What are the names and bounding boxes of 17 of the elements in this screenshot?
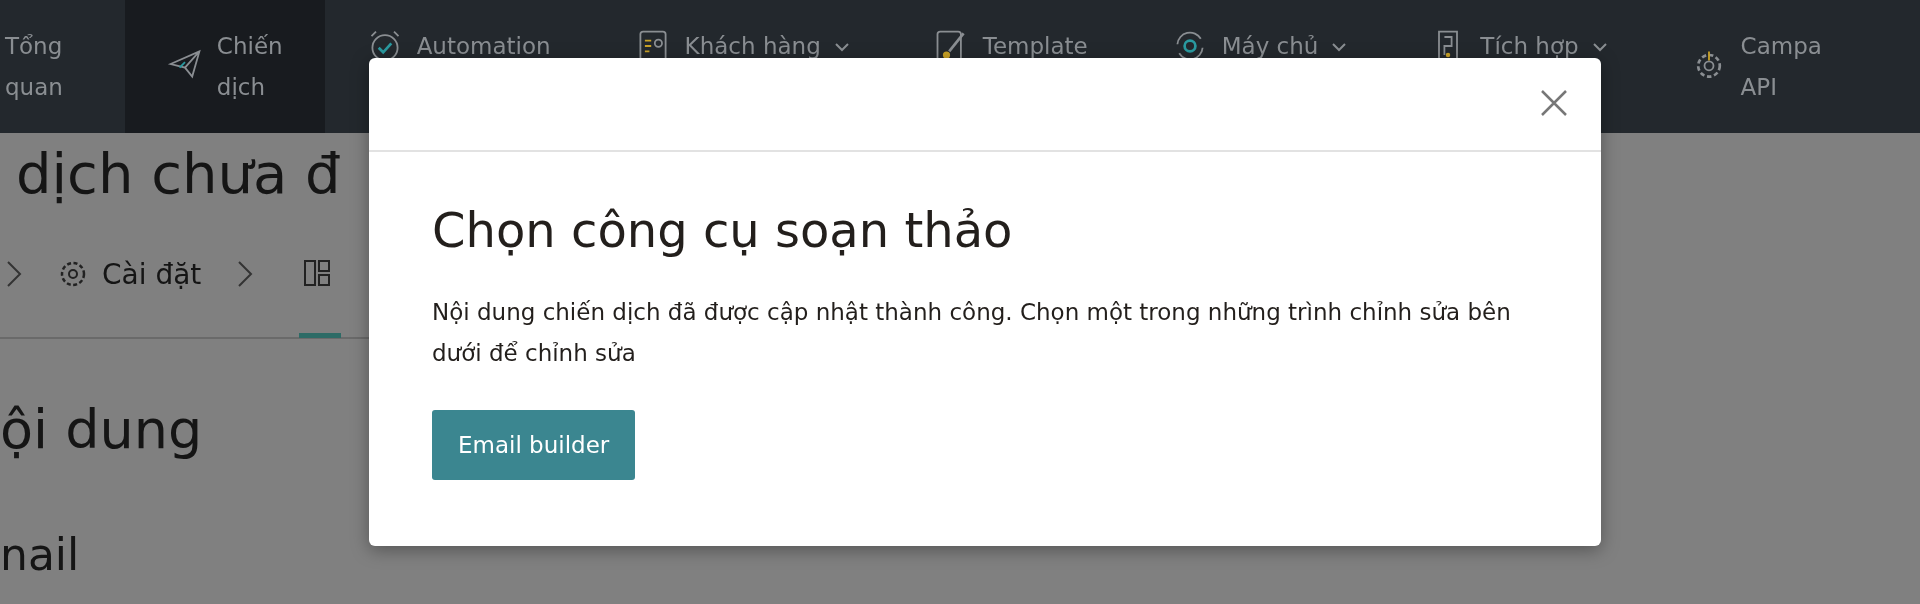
chevron-right-icon [6,260,22,288]
section-title: ội dung [0,397,204,463]
nav-item[interactable]: Campa API [1648,0,1822,133]
breadcrumb-link[interactable]: Cài đặt [58,211,202,337]
nav-item[interactable]: Máy chủ [1129,0,1389,133]
close-icon[interactable] [1539,88,1569,118]
nav-item[interactable]: Tổng quan [0,0,125,133]
layout-icon [303,258,332,287]
nav-item[interactable]: Tích hợp [1388,0,1649,133]
subsection-title: nail [0,528,81,582]
page-title: dịch chưa đ [16,140,342,208]
nav-item[interactable]: Chiến dịch [124,0,325,133]
email-builder-button[interactable]: Email builder [432,410,636,480]
settings-icon [58,259,88,289]
chevron-right-icon [237,260,254,288]
modal-title: Chọn công cụ soạn thảo [432,201,1014,260]
modal-message: Nội dung chiến dịch đã được cập nhật thành công. Chọn một trong những trình chỉnh sửa bên dưới để chỉnh sửa [432,298,1512,368]
